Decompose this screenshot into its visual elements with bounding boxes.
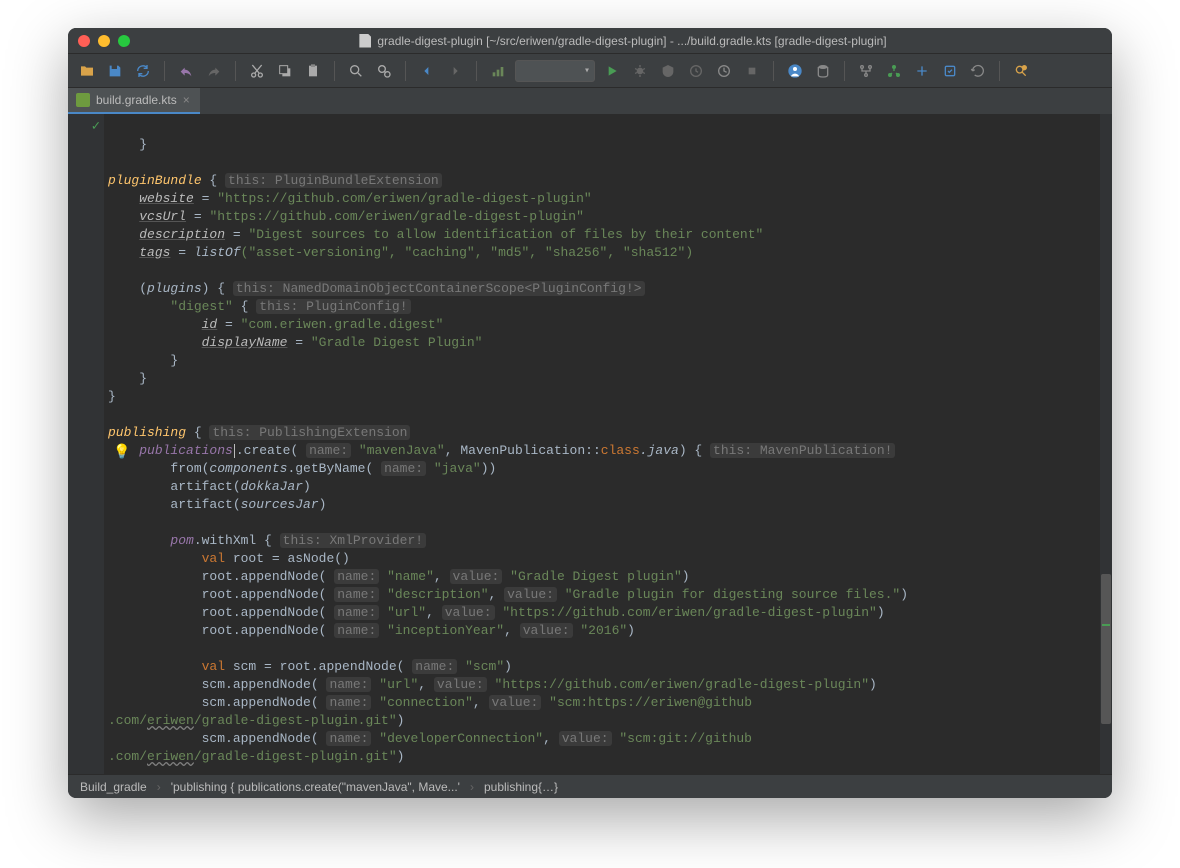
- find-button[interactable]: [345, 60, 367, 82]
- inline-hint: this: PublishingExtension: [209, 425, 410, 440]
- zoom-window-button[interactable]: [118, 35, 130, 47]
- change-marker[interactable]: [1102, 624, 1110, 626]
- minimize-window-button[interactable]: [98, 35, 110, 47]
- window-title: gradle-digest-plugin [~/src/eriwen/gradl…: [144, 34, 1102, 48]
- file-icon: [359, 34, 371, 48]
- inline-hint: this: MavenPublication!: [710, 443, 895, 458]
- traffic-lights: [78, 35, 130, 47]
- ide-window: gradle-digest-plugin [~/src/eriwen/gradl…: [68, 28, 1112, 798]
- back-button[interactable]: [416, 60, 438, 82]
- redo-button[interactable]: [203, 60, 225, 82]
- build-button[interactable]: [487, 60, 509, 82]
- structure-button[interactable]: [855, 60, 877, 82]
- database-button[interactable]: [812, 60, 834, 82]
- inline-hint: this: XmlProvider!: [280, 533, 426, 548]
- scrollbar-vertical[interactable]: [1100, 114, 1112, 774]
- code-line: }: [108, 137, 147, 152]
- breadcrumb-item[interactable]: publishing{…}: [484, 780, 558, 794]
- breadcrumb-item[interactable]: Build_gradle: [80, 780, 147, 794]
- inline-hint: this: PluginConfig!: [256, 299, 410, 314]
- inline-hint: this: PluginBundleExtension: [225, 173, 442, 188]
- close-tab-button[interactable]: ×: [183, 93, 190, 107]
- breadcrumb-bar: Build_gradle › 'publishing { publication…: [68, 774, 1112, 798]
- revert-button[interactable]: [967, 60, 989, 82]
- editor-tabs: build.gradle.kts ×: [68, 88, 1112, 114]
- find-replace-button[interactable]: [373, 60, 395, 82]
- text-caret: [234, 444, 235, 458]
- add-button[interactable]: [911, 60, 933, 82]
- forward-button[interactable]: [444, 60, 466, 82]
- code-token: pluginBundle: [108, 173, 202, 188]
- breadcrumb-separator: ›: [470, 780, 474, 794]
- inspection-ok-icon[interactable]: ✓: [92, 118, 100, 135]
- main-toolbar: [68, 54, 1112, 88]
- hierarchy-button[interactable]: [883, 60, 905, 82]
- gradle-file-icon: [76, 93, 90, 107]
- search-everywhere-button[interactable]: [1010, 60, 1032, 82]
- copy-button[interactable]: [274, 60, 296, 82]
- title-bar[interactable]: gradle-digest-plugin [~/src/eriwen/gradl…: [68, 28, 1112, 54]
- inline-hint: this: NamedDomainObjectContainerScope<Pl…: [233, 281, 645, 296]
- avatar-button[interactable]: [784, 60, 806, 82]
- commit-button[interactable]: [939, 60, 961, 82]
- close-window-button[interactable]: [78, 35, 90, 47]
- code-area[interactable]: } pluginBundle { this: PluginBundleExten…: [104, 114, 1112, 774]
- run-config-select[interactable]: [515, 60, 595, 82]
- editor[interactable]: ✓ } pluginBundle { this: PluginBundleExt…: [68, 114, 1112, 774]
- tab-build-gradle[interactable]: build.gradle.kts ×: [68, 88, 200, 114]
- tab-label: build.gradle.kts: [96, 93, 177, 107]
- sync-button[interactable]: [132, 60, 154, 82]
- cut-button[interactable]: [246, 60, 268, 82]
- clock-button[interactable]: [713, 60, 735, 82]
- breadcrumb-item[interactable]: 'publishing { publications.create("maven…: [171, 780, 460, 794]
- window-title-text: gradle-digest-plugin [~/src/eriwen/gradl…: [377, 34, 886, 48]
- gutter[interactable]: ✓: [68, 114, 104, 774]
- profile-button[interactable]: [685, 60, 707, 82]
- undo-button[interactable]: [175, 60, 197, 82]
- debug-button[interactable]: [629, 60, 651, 82]
- coverage-button[interactable]: [657, 60, 679, 82]
- paste-button[interactable]: [302, 60, 324, 82]
- intention-bulb-icon[interactable]: 💡: [113, 444, 130, 462]
- save-button[interactable]: [104, 60, 126, 82]
- stop-button[interactable]: [741, 60, 763, 82]
- breadcrumb-separator: ›: [157, 780, 161, 794]
- scrollbar-thumb[interactable]: [1101, 574, 1111, 724]
- run-button[interactable]: [601, 60, 623, 82]
- open-folder-button[interactable]: [76, 60, 98, 82]
